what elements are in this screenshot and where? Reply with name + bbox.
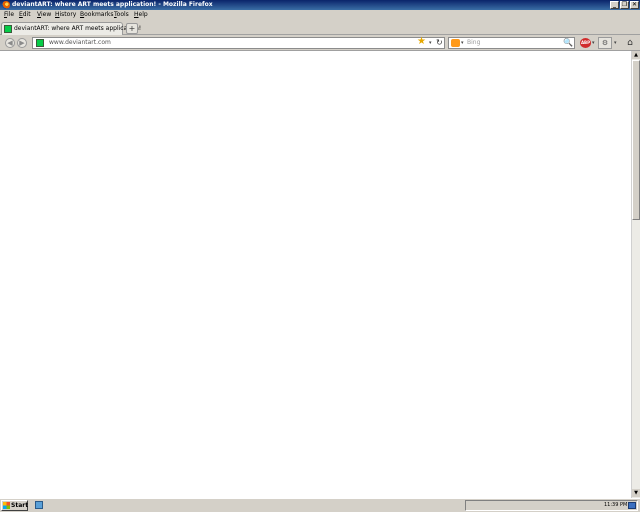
site-identity-icon[interactable] — [36, 39, 44, 47]
tab-label: deviantART: where ART meets application! — [14, 25, 142, 32]
tools-icon[interactable]: ⚙ — [598, 37, 612, 49]
clock[interactable]: 11:39 PM — [604, 501, 627, 510]
menu-history[interactable]: History — [55, 10, 76, 20]
quick-launch-icon[interactable] — [35, 501, 43, 509]
windows-logo-icon — [3, 502, 10, 509]
search-input[interactable]: Bing — [467, 39, 480, 47]
bookmark-star-icon[interactable]: ★ — [417, 37, 426, 47]
search-engine-dropdown-icon[interactable]: ▾ — [461, 38, 464, 48]
window-title: deviantART: where ART meets application!… — [12, 1, 213, 8]
home-icon[interactable]: ⌂ — [624, 37, 636, 49]
start-label: Start — [11, 502, 29, 509]
new-tab-button[interactable]: + — [126, 23, 138, 34]
menu-tools[interactable]: Tools — [114, 10, 129, 20]
menu-help[interactable]: Help — [134, 10, 148, 20]
scrollbar-thumb[interactable] — [632, 60, 640, 220]
url-bar[interactable]: www.deviantart.com ★ ▾ ↻ — [32, 37, 445, 49]
close-button[interactable]: ✕ — [630, 1, 639, 9]
tools-dropdown-icon[interactable]: ▾ — [614, 38, 617, 48]
url-input[interactable]: www.deviantart.com — [49, 39, 111, 47]
tab-strip: deviantART: where ART meets application!… — [0, 20, 640, 35]
menu-file[interactable]: File — [4, 10, 14, 20]
maximize-button[interactable]: ❐ — [620, 1, 629, 9]
menu-bar: File Edit View History Bookmarks Tools H… — [0, 10, 640, 20]
url-history-dropdown-icon[interactable]: ▾ — [429, 38, 432, 48]
scroll-down-icon[interactable]: ▼ — [632, 489, 640, 497]
page-content[interactable] — [0, 51, 631, 498]
back-button[interactable]: ◀ — [5, 38, 15, 48]
vertical-scrollbar[interactable]: ▲ ▼ — [631, 51, 640, 498]
adblock-dropdown-icon[interactable]: ▾ — [592, 38, 595, 48]
scroll-up-icon[interactable]: ▲ — [632, 51, 640, 59]
adblock-icon[interactable]: ABP — [580, 38, 591, 48]
deviantart-favicon-icon — [4, 25, 12, 33]
search-bar[interactable]: ▾ Bing 🔍 — [448, 37, 575, 49]
window-title-bar[interactable]: deviantART: where ART meets application!… — [0, 0, 640, 10]
start-button[interactable]: Start — [1, 500, 28, 511]
taskbar: Start 11:39 PM — [0, 498, 640, 512]
system-tray: 11:39 PM — [465, 500, 638, 511]
search-icon[interactable]: 🔍 — [563, 38, 573, 48]
reload-icon[interactable]: ↻ — [436, 38, 443, 47]
forward-button[interactable]: ▶ — [17, 38, 27, 48]
firefox-icon — [2, 1, 10, 9]
menu-edit[interactable]: Edit — [19, 10, 31, 20]
tab-deviantart[interactable]: deviantART: where ART meets application! — [1, 22, 141, 35]
navigation-toolbar: ◀ ▶ www.deviantart.com ★ ▾ ↻ ▾ Bing 🔍 AB… — [0, 35, 640, 51]
menu-view[interactable]: View — [37, 10, 51, 20]
show-desktop-icon[interactable] — [628, 502, 636, 509]
search-engine-icon[interactable] — [451, 39, 460, 47]
menu-bookmarks[interactable]: Bookmarks — [80, 10, 114, 20]
minimize-button[interactable]: _ — [610, 1, 619, 9]
